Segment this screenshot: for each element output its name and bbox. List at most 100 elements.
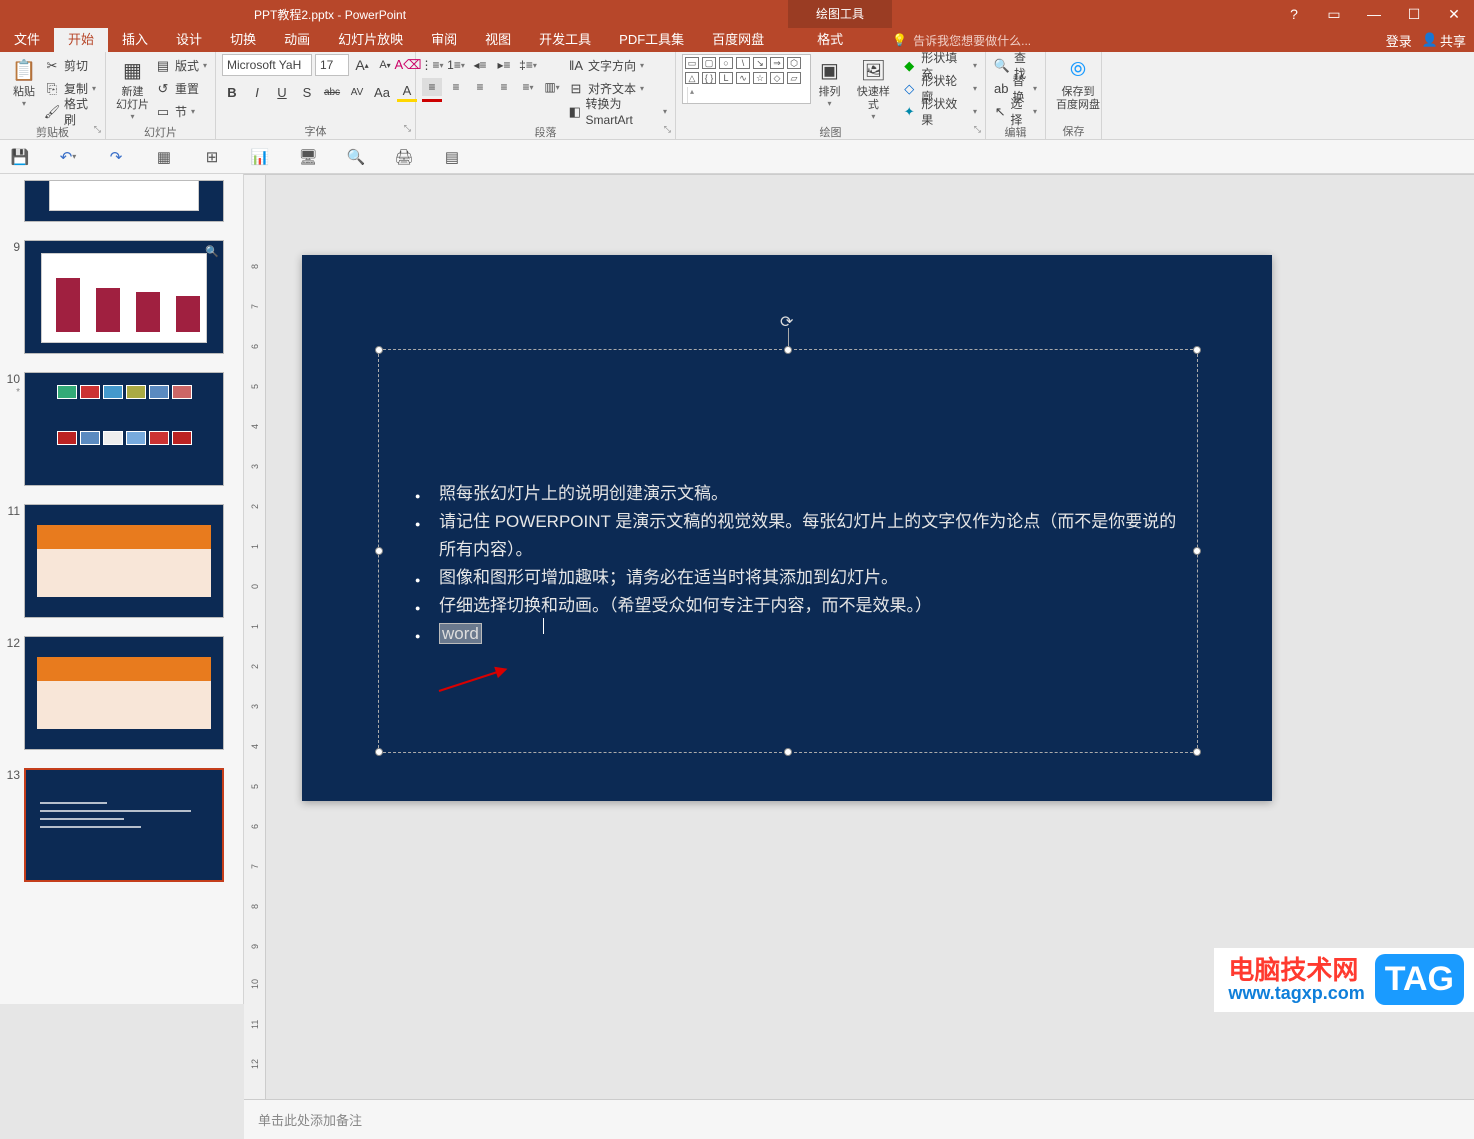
qat-touchmode-button[interactable]: ⊞ [202,147,222,167]
highlight-button[interactable]: A [397,82,417,102]
italic-button[interactable]: I [247,82,267,102]
bullet-item-editing[interactable]: word [415,620,1179,648]
shape-gallery[interactable]: ▭▢○\↘⇒⬡ △{ }L∿☆◇▱ ▴▾▾ [682,54,811,104]
slide-thumbnail-panel[interactable]: 9 🔍 10* 11 [0,174,244,1004]
justify-button[interactable]: ≡ [494,78,514,96]
slide-thumb-13[interactable] [24,768,224,882]
current-slide[interactable]: ⟳ 照每张幻灯片上的说明创建演示文稿。 请记住 POWERPOINT 是演示文稿… [302,255,1272,801]
slide-thumb-10[interactable] [24,372,224,486]
slide-thumb-8-partial[interactable] [24,180,224,222]
format-painter-button[interactable]: 🖌格式刷 [44,102,97,122]
qat-redo-button[interactable]: ↷ [106,147,126,167]
tell-me-search[interactable]: 💡 告诉我您想要做什么... [882,28,1386,52]
resize-handle-w[interactable] [375,547,383,555]
qat-save-button[interactable]: 💾 [10,147,30,167]
bullets-button[interactable]: ⋮≡▾ [422,56,442,74]
minimize-button[interactable]: — [1354,6,1394,22]
distribute-button[interactable]: ≡▾ [518,78,538,96]
tab-design[interactable]: 设计 [162,28,216,52]
bullet-item[interactable]: 照每张幻灯片上的说明创建演示文稿。 [415,480,1179,508]
tab-developer[interactable]: 开发工具 [525,28,605,52]
slide-thumb-12[interactable] [24,636,224,750]
tab-transition[interactable]: 切换 [216,28,270,52]
spacing-button[interactable]: AV [347,82,367,102]
rotate-handle-icon[interactable]: ⟳ [780,312,796,328]
align-left-button[interactable]: ≡ [422,78,442,96]
resize-handle-se[interactable] [1193,748,1201,756]
tab-slideshow[interactable]: 幻灯片放映 [324,28,417,52]
select-button[interactable]: ↖选择▾ [994,102,1037,122]
cut-button[interactable]: ✂剪切 [44,56,97,76]
resize-handle-ne[interactable] [1193,346,1201,354]
line-spacing-button[interactable]: ‡≡▾ [518,56,538,74]
help-icon[interactable]: ? [1274,6,1314,22]
change-case-button[interactable]: Aa [372,82,392,102]
content-text-box[interactable]: ⟳ 照每张幻灯片上的说明创建演示文稿。 请记住 POWERPOINT 是演示文稿… [378,349,1198,753]
reset-button[interactable]: ↺重置 [155,79,207,99]
font-name-input[interactable]: Microsoft YaH [222,54,312,76]
clear-format-button[interactable]: A⌫ [398,55,418,75]
text-direction-button[interactable]: ‖A文字方向▾ [568,56,667,76]
convert-smartart-button[interactable]: ◧转换为 SmartArt▾ [568,102,667,122]
tab-home[interactable]: 开始 [54,28,108,52]
share-button[interactable]: 👤共享 [1422,31,1466,50]
paste-button[interactable]: 📋 粘贴 ▾ [6,54,42,110]
font-group-label: 字体 [305,126,327,138]
font-size-input[interactable]: 17 [315,54,349,76]
resize-handle-nw[interactable] [375,346,383,354]
columns-button[interactable]: ▥▾ [542,78,562,96]
slide-thumb-11[interactable] [24,504,224,618]
resize-handle-sw[interactable] [375,748,383,756]
numbering-button[interactable]: 1≡▾ [446,56,466,74]
tab-review[interactable]: 审阅 [417,28,471,52]
close-button[interactable]: ✕ [1434,6,1474,23]
qat-start-slideshow-button[interactable]: ▦ [154,147,174,167]
bullet-item[interactable]: 请记住 POWERPOINT 是演示文稿的视觉效果。每张幻灯片上的文字仅作为论点… [415,508,1179,564]
qat-zoom-button[interactable]: 🔍 [346,147,366,167]
clipboard-launcher-icon[interactable]: ⤡ [94,124,101,135]
bullet-item[interactable]: 仔细选择切换和动画。（希望受众如何专注于内容，而不是效果。） [415,592,1179,620]
arrange-button[interactable]: ▣ 排列▾ [811,54,847,110]
align-center-button[interactable]: ≡ [446,78,466,96]
increase-indent-button[interactable]: ▸≡ [494,56,514,74]
tab-format[interactable]: 格式 [778,28,882,52]
resize-handle-s[interactable] [784,748,792,756]
slide-thumb-9[interactable]: 🔍 [24,240,224,354]
shrink-font-button[interactable]: A▾ [375,55,395,75]
shape-effects-button[interactable]: ✦形状效果▾ [901,102,977,122]
maximize-button[interactable]: ☐ [1394,6,1434,23]
shadow-button[interactable]: S [297,82,317,102]
paragraph-launcher-icon[interactable]: ⤡ [664,124,671,135]
grow-font-button[interactable]: A▴ [352,55,372,75]
tab-file[interactable]: 文件 [0,28,54,52]
section-button[interactable]: ▭节▾ [155,102,207,122]
resize-handle-n[interactable] [784,346,792,354]
notes-pane[interactable]: 单击此处添加备注 [244,1099,1474,1139]
login-button[interactable]: 登录 [1386,31,1412,50]
qat-undo-button[interactable]: ↶▾ [58,147,78,167]
new-slide-button[interactable]: ▦ 新建 幻灯片 ▾ [112,54,153,123]
decrease-indent-button[interactable]: ◂≡ [470,56,490,74]
bullet-list[interactable]: 照每张幻灯片上的说明创建演示文稿。 请记住 POWERPOINT 是演示文稿的视… [379,350,1197,648]
strike-button[interactable]: abc [322,82,342,102]
tab-baidu[interactable]: 百度网盘 [698,28,778,52]
tab-insert[interactable]: 插入 [108,28,162,52]
drawing-launcher-icon[interactable]: ⤡ [974,124,981,135]
resize-handle-e[interactable] [1193,547,1201,555]
tab-animation[interactable]: 动画 [270,28,324,52]
qat-present-button[interactable]: 🖥 [298,147,318,167]
font-launcher-icon[interactable]: ⤡ [404,123,411,134]
bold-button[interactable]: B [222,82,242,102]
tab-view[interactable]: 视图 [471,28,525,52]
save-baidu-button[interactable]: ⦾ 保存到 百度网盘 [1052,54,1104,114]
qat-slide-button[interactable]: ▤ [442,147,462,167]
tab-pdf[interactable]: PDF工具集 [605,28,698,52]
qat-chart-button[interactable]: 📊 [250,147,270,167]
underline-button[interactable]: U [272,82,292,102]
ribbon-options-icon[interactable]: ▭ [1314,6,1354,23]
qat-print-button[interactable]: 🖨 [394,147,414,167]
layout-button[interactable]: ▤版式▾ [155,56,207,76]
bullet-item[interactable]: 图像和图形可增加趣味；请务必在适当时将其添加到幻灯片。 [415,564,1179,592]
align-right-button[interactable]: ≡ [470,78,490,96]
quick-style-button[interactable]: 🖼 快速样式▾ [847,54,899,123]
